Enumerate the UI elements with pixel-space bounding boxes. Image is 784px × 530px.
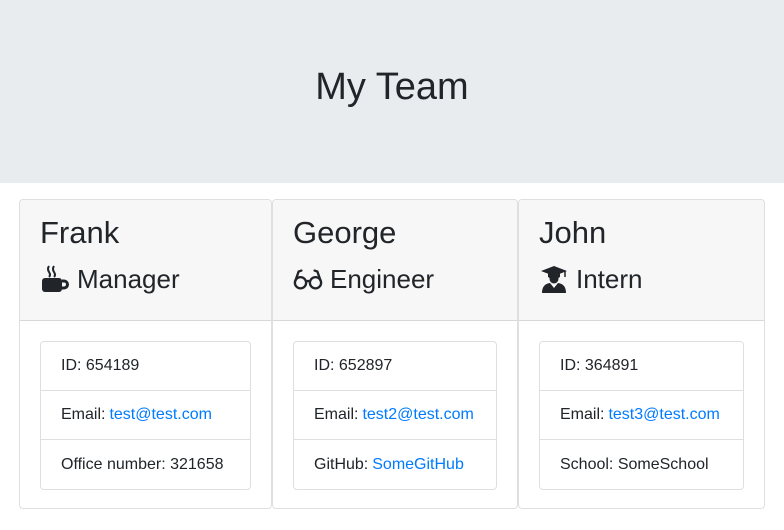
employee-card-intern: John Intern ID: 364891 Email: test3@test.…	[518, 199, 765, 509]
list-item-email: Email: test2@test.com	[294, 391, 496, 440]
id-value: 364891	[584, 357, 639, 374]
card-header: George Engineer	[273, 200, 517, 321]
employee-name: Frank	[40, 215, 120, 250]
list-item-email: Email: test@test.com	[41, 391, 250, 440]
email-label: Email:	[314, 406, 359, 423]
list-item-school: School: SomeSchool	[540, 440, 743, 489]
list-item-id: ID: 364891	[540, 342, 743, 391]
role-label: Intern	[576, 264, 643, 294]
card-header: Frank Manager	[20, 200, 271, 321]
school-value: SomeSchool	[617, 455, 709, 473]
email-link[interactable]: test2@test.com	[362, 406, 473, 424]
id-value: 654189	[85, 357, 140, 374]
card-body: ID: 364891 Email: test3@test.com School: …	[519, 321, 764, 508]
github-link[interactable]: SomeGitHub	[372, 456, 464, 474]
email-link[interactable]: test@test.com	[109, 406, 212, 424]
id-label: ID:	[560, 357, 581, 374]
card-body: ID: 652897 Email: test2@test.com GitHub: S…	[273, 321, 517, 508]
employee-name: John	[539, 215, 607, 250]
list-item-email: Email: test3@test.com	[540, 391, 743, 440]
card-header: John Intern	[519, 200, 764, 321]
card-body: ID: 654189 Email: test@test.com Office nu…	[20, 321, 271, 508]
role-label: Engineer	[330, 264, 435, 294]
graduate-icon	[539, 264, 569, 294]
glasses-icon	[293, 264, 323, 294]
office-number-value: 321658	[170, 455, 224, 473]
office-number-label: Office number:	[61, 455, 166, 473]
school-label: School:	[560, 455, 614, 473]
employee-card-manager: Frank Manager ID: 654189 Email: test@test…	[19, 199, 272, 509]
github-label: GitHub:	[314, 455, 369, 473]
role-label: Manager	[77, 264, 180, 294]
email-label: Email:	[61, 406, 106, 423]
page-title: My Team	[315, 66, 469, 108]
employee-role: Intern	[539, 262, 744, 296]
page-header: My Team	[0, 0, 784, 183]
coffee-mug-icon	[40, 264, 70, 294]
employee-role: Engineer	[293, 262, 497, 296]
list-item-github: GitHub: SomeGitHub	[294, 440, 496, 489]
email-label: Email:	[560, 406, 605, 423]
id-value: 652897	[338, 357, 393, 374]
employee-details: ID: 654189 Email: test@test.com Office nu…	[40, 341, 251, 490]
list-item-office-number: Office number: 321658	[41, 440, 250, 489]
employee-details: ID: 652897 Email: test2@test.com GitHub: S…	[293, 341, 497, 490]
email-link[interactable]: test3@test.com	[608, 406, 719, 424]
employee-role: Manager	[40, 262, 251, 296]
id-label: ID:	[61, 357, 82, 374]
employee-name: George	[293, 215, 397, 250]
list-item-id: ID: 652897	[294, 342, 496, 391]
list-item-id: ID: 654189	[41, 342, 250, 391]
employee-details: ID: 364891 Email: test3@test.com School: …	[539, 341, 744, 490]
employee-card-engineer: George Engineer ID: 652897 Email: test2@t…	[272, 199, 518, 509]
id-label: ID:	[314, 357, 335, 374]
